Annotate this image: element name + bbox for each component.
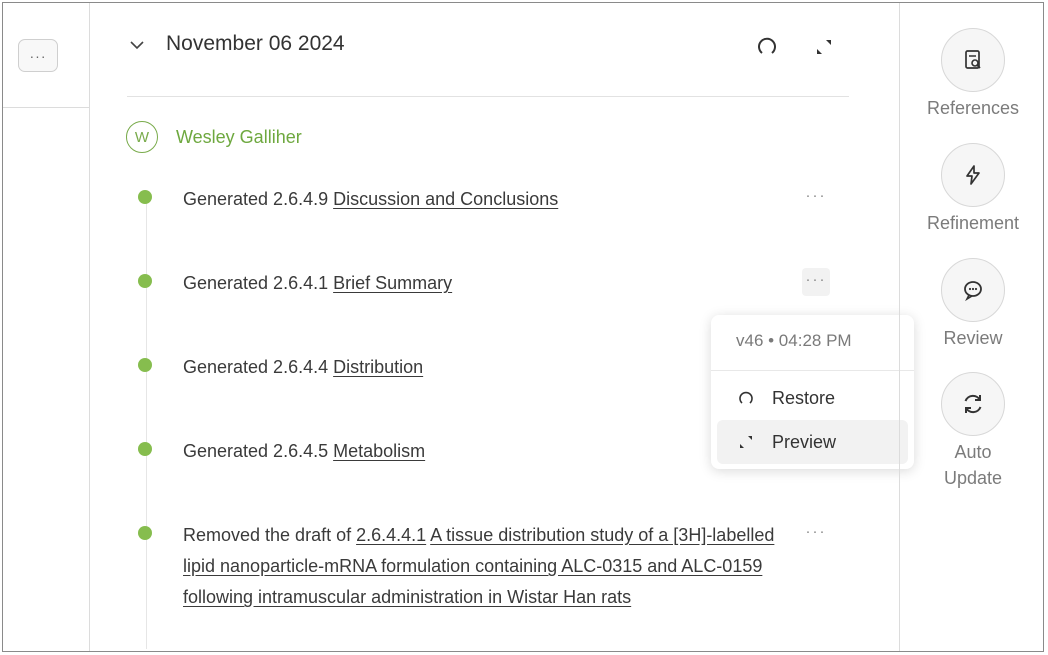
right-rail: References Refinement Review Auto Update — [899, 3, 1046, 651]
timeline-dot — [138, 442, 152, 456]
left-strip: ··· — [3, 3, 90, 651]
entry-link[interactable]: Distribution — [333, 357, 423, 377]
entry-text: Removed the draft of 2.6.4.4.1 A tissue … — [183, 525, 775, 607]
history-date: November 06 2024 — [166, 32, 345, 55]
timeline-dot — [138, 274, 152, 288]
left-divider — [3, 107, 89, 108]
version-info: v46 • 04:28 PM — [736, 331, 852, 350]
auto-update-tool[interactable]: Auto Update — [900, 372, 1046, 491]
entry-more-button[interactable]: ··· — [802, 268, 830, 296]
entry-text: Generated 2.6.4.9 Discussion and Conclus… — [183, 189, 559, 209]
rail-label: Auto Update — [943, 442, 1003, 488]
entry-link[interactable]: 2.6.4.4.1 — [356, 525, 426, 545]
version-popup-menu: v46 • 04:28 PM Restore Preview — [711, 315, 914, 469]
popup-divider — [711, 370, 914, 371]
entry-text: Generated 2.6.4.1 Brief Summary — [183, 273, 453, 293]
chevron-down-icon[interactable] — [130, 37, 144, 55]
entry-link[interactable]: Metabolism — [333, 441, 425, 461]
restore-icon[interactable] — [755, 35, 779, 59]
entry-link[interactable]: Discussion and Conclusions — [333, 189, 558, 209]
author-name: Wesley Galliher — [176, 126, 302, 147]
rail-label: Review — [943, 328, 1003, 348]
timeline-dot — [138, 358, 152, 372]
refinement-tool[interactable]: Refinement — [900, 143, 1046, 236]
expand-icon — [735, 434, 757, 450]
header-divider — [127, 96, 849, 97]
restore-icon — [735, 390, 757, 406]
expand-icon[interactable] — [812, 35, 836, 59]
references-tool[interactable]: References — [900, 28, 1046, 121]
document-search-icon[interactable] — [941, 28, 1005, 92]
lightning-icon[interactable] — [941, 143, 1005, 207]
author-row: W Wesley Galliher — [126, 121, 302, 153]
timeline-line — [146, 199, 147, 649]
entry-more-button[interactable]: ··· — [802, 523, 830, 540]
review-tool[interactable]: Review — [900, 258, 1046, 351]
preview-label: Preview — [772, 431, 837, 452]
rail-label: References — [926, 98, 1020, 118]
preview-menu-item[interactable]: Preview — [717, 420, 908, 464]
left-more-button[interactable]: ··· — [18, 39, 58, 72]
refresh-icon[interactable] — [941, 372, 1005, 436]
app-frame: ··· November 06 2024 W Wesley Galliher G — [2, 2, 1044, 652]
entry-text: Generated 2.6.4.4 Distribution — [183, 357, 424, 377]
chat-bubble-icon[interactable] — [941, 258, 1005, 322]
rail-label: Refinement — [926, 213, 1020, 233]
avatar: W — [126, 121, 158, 153]
restore-label: Restore — [772, 387, 836, 408]
entry-link[interactable]: Brief Summary — [333, 273, 452, 293]
entry-more-button[interactable]: ··· — [802, 187, 830, 204]
timeline-dot — [138, 526, 152, 540]
entry-text: Generated 2.6.4.5 Metabolism — [183, 441, 426, 461]
restore-menu-item[interactable]: Restore — [717, 376, 908, 420]
timeline-dot — [138, 190, 152, 204]
history-header: November 06 2024 — [90, 3, 898, 97]
